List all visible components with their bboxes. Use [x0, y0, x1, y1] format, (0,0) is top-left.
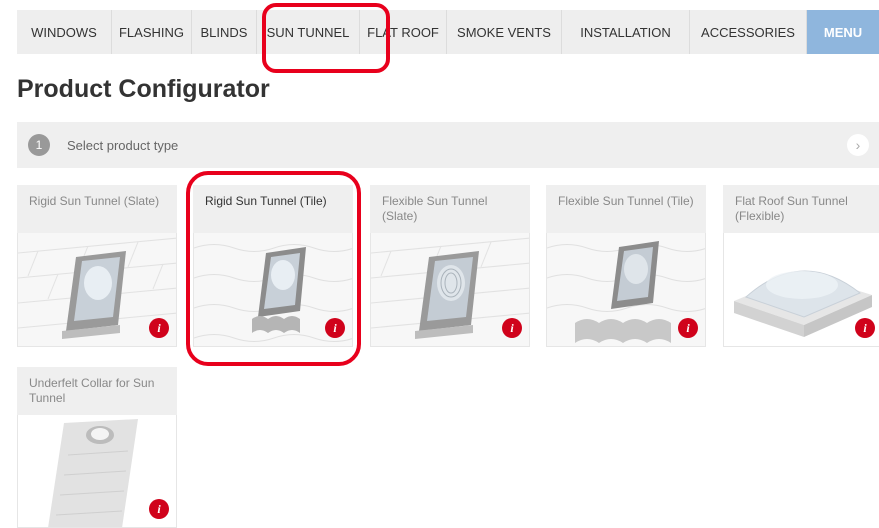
info-icon[interactable]: i [149, 499, 169, 519]
product-image: i [370, 233, 530, 347]
product-card-selected[interactable]: Rigid Sun Tunnel (Tile) i [193, 185, 353, 347]
step-number-badge: 1 [28, 134, 50, 156]
product-card[interactable]: Rigid Sun Tunnel (Slate) i [17, 185, 177, 347]
product-card-title: Underfelt Collar for Sun Tunnel [17, 367, 177, 415]
info-icon[interactable]: i [502, 318, 522, 338]
product-image: i [193, 233, 353, 347]
product-card[interactable]: Flat Roof Sun Tunnel (Flexible) i [723, 185, 879, 347]
product-card-title: Rigid Sun Tunnel (Tile) [193, 185, 353, 233]
nav-sun-tunnel[interactable]: SUN TUNNEL [257, 10, 360, 54]
page-title: Product Configurator [17, 75, 270, 103]
nav-windows[interactable]: WINDOWS [17, 10, 112, 54]
nav-flashing[interactable]: FLASHING [112, 10, 192, 54]
nav-accessories[interactable]: ACCESSORIES [690, 10, 807, 54]
product-card-title: Flexible Sun Tunnel (Tile) [546, 185, 706, 233]
nav-flat-roof[interactable]: FLAT ROOF [360, 10, 447, 54]
product-card-title: Flat Roof Sun Tunnel (Flexible) [723, 185, 879, 233]
step-label: Select product type [67, 137, 179, 153]
nav-menu-button[interactable]: Menu [807, 10, 879, 54]
info-icon[interactable]: i [325, 318, 345, 338]
product-card[interactable]: Underfelt Collar for Sun Tunnel i [17, 367, 177, 528]
product-card[interactable]: Flexible Sun Tunnel (Slate) i [370, 185, 530, 347]
product-image: i [546, 233, 706, 347]
nav-installation[interactable]: INSTALLATION [562, 10, 690, 54]
product-card-title: Rigid Sun Tunnel (Slate) [17, 185, 177, 233]
product-image: i [723, 233, 879, 347]
product-card[interactable]: Flexible Sun Tunnel (Tile) i [546, 185, 706, 347]
step-bar[interactable]: 1 Select product type › [17, 122, 879, 168]
product-image: i [17, 415, 177, 528]
product-image: i [17, 233, 177, 347]
info-icon[interactable]: i [678, 318, 698, 338]
nav-blinds[interactable]: BLINDS [192, 10, 257, 54]
top-nav: WINDOWS FLASHING BLINDS SUN TUNNEL FLAT … [17, 10, 879, 54]
product-card-title: Flexible Sun Tunnel (Slate) [370, 185, 530, 233]
info-icon[interactable]: i [149, 318, 169, 338]
nav-smoke-vents[interactable]: SMOKE VENTS [447, 10, 562, 54]
info-icon[interactable]: i [855, 318, 875, 338]
chevron-right-icon[interactable]: › [847, 134, 869, 156]
